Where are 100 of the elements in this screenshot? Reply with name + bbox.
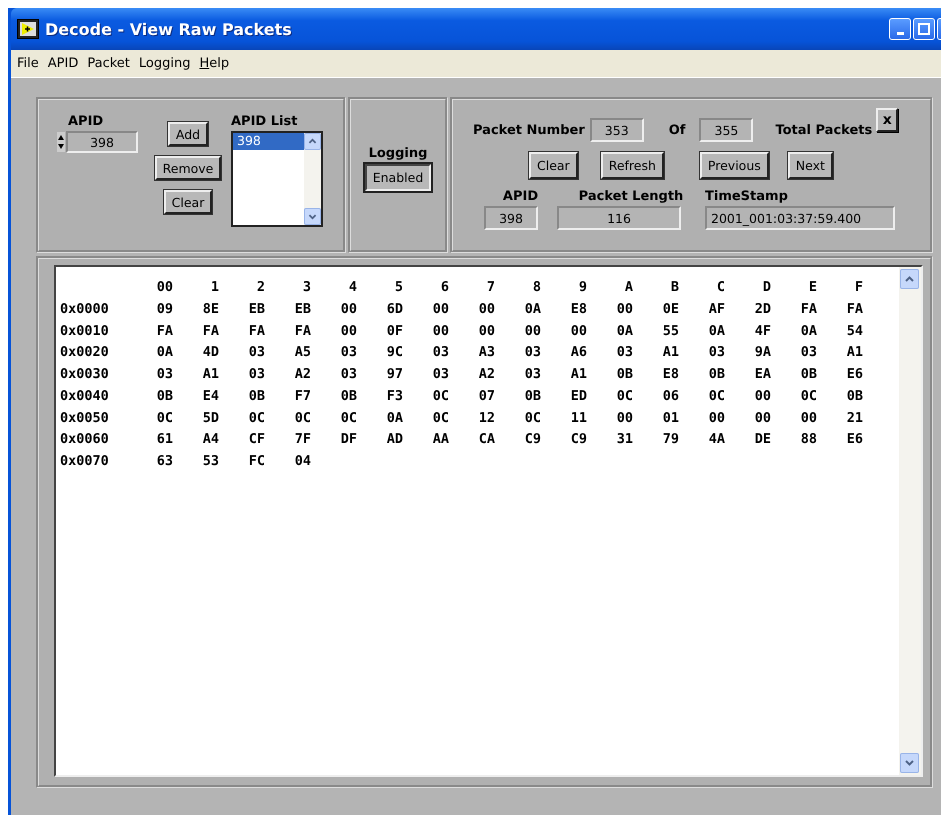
byte-cell-text: FA bbox=[248, 322, 265, 340]
column-header: 7 bbox=[486, 279, 495, 297]
byte-cell-text: 0C bbox=[248, 410, 265, 428]
byte-cell-text: 00 bbox=[754, 410, 771, 428]
column-header: 1 bbox=[210, 279, 219, 297]
byte-cell-text: 03 bbox=[340, 366, 357, 384]
action-button[interactable]: Clear bbox=[529, 152, 578, 179]
text-indicator: 398 bbox=[484, 206, 538, 230]
byte-cell-text: F3 bbox=[386, 388, 403, 406]
byte-cell-text: EB bbox=[294, 300, 311, 319]
close-button[interactable]: x bbox=[876, 108, 898, 132]
menu-item[interactable]: Help bbox=[195, 56, 234, 71]
byte-cell-text: 0A bbox=[800, 322, 817, 340]
toggle-button[interactable]: Enabled bbox=[364, 164, 432, 191]
byte-cell-text: 88 bbox=[800, 431, 817, 450]
byte-cell-text: E4 bbox=[202, 388, 219, 406]
byte-cell-text: AF bbox=[708, 300, 725, 319]
byte-cell-text: 03 bbox=[616, 344, 633, 362]
byte-cell-text: 63 bbox=[156, 453, 173, 471]
action-button[interactable]: Remove bbox=[154, 156, 222, 180]
scroll-down-icon[interactable] bbox=[304, 208, 321, 225]
column-header: 4 bbox=[348, 279, 357, 297]
byte-cell-text: 0B bbox=[800, 366, 817, 384]
numeric-field[interactable]: 398 bbox=[66, 131, 138, 153]
minimize-button[interactable] bbox=[889, 18, 911, 40]
column-header: A bbox=[624, 279, 633, 297]
column-header: 8 bbox=[532, 279, 541, 297]
byte-cell-text: 03 bbox=[432, 344, 449, 362]
byte-cell-text: FA bbox=[202, 322, 219, 340]
byte-cell-text: 00 bbox=[340, 322, 357, 340]
list-item[interactable]: 398 bbox=[233, 133, 304, 150]
byte-cell-text: 00 bbox=[754, 388, 771, 406]
byte-cell-text: 0B bbox=[248, 388, 265, 406]
column-header: E bbox=[808, 279, 817, 297]
scroll-up-icon[interactable] bbox=[900, 269, 919, 289]
action-button[interactable]: Add bbox=[168, 122, 208, 146]
byte-cell-text: 21 bbox=[846, 410, 863, 428]
address-cell-text: 0x0040 bbox=[60, 388, 110, 406]
byte-cell-text: FA bbox=[294, 322, 311, 340]
byte-cell-text: C9 bbox=[524, 431, 541, 450]
byte-cell-text: 55 bbox=[662, 322, 679, 340]
byte-cell-text: 0A bbox=[708, 322, 725, 340]
menu-item[interactable]: Packet bbox=[83, 56, 134, 71]
column-header: 3 bbox=[302, 279, 311, 297]
byte-cell-text: 2D bbox=[754, 300, 771, 319]
column-header: 5 bbox=[394, 279, 403, 297]
action-button[interactable]: Previous bbox=[700, 152, 769, 179]
address-cell-text: 0x0030 bbox=[60, 366, 110, 384]
column-header: B bbox=[670, 279, 679, 297]
byte-cell-text: A2 bbox=[478, 366, 495, 384]
byte-cell-text: 0C bbox=[432, 388, 449, 406]
byte-cell-text: 00 bbox=[340, 300, 357, 319]
menu-item[interactable]: Logging bbox=[134, 56, 194, 71]
byte-cell-text: A5 bbox=[294, 344, 311, 362]
address-cell-text: 0x0050 bbox=[60, 410, 110, 428]
byte-cell-text: 0C bbox=[294, 410, 311, 428]
byte-cell-text: A3 bbox=[478, 344, 495, 362]
field-label: Packet Length bbox=[578, 189, 684, 204]
byte-cell-text: 9A bbox=[754, 344, 771, 362]
action-button[interactable]: Next bbox=[788, 152, 833, 179]
byte-cell-text: 0C bbox=[340, 410, 357, 428]
byte-cell-text: 06 bbox=[662, 388, 679, 406]
byte-cell-text: A6 bbox=[570, 344, 587, 362]
byte-cell-text: 12 bbox=[478, 410, 495, 428]
action-button[interactable]: Refresh bbox=[600, 152, 664, 179]
scroll-down-icon[interactable] bbox=[900, 753, 919, 773]
column-header: D bbox=[762, 279, 771, 297]
byte-cell-text: 00 bbox=[478, 300, 495, 319]
byte-cell-text: 07 bbox=[478, 388, 495, 406]
column-header: 6 bbox=[440, 279, 449, 297]
byte-cell-text: 00 bbox=[478, 322, 495, 340]
scrollbar[interactable] bbox=[304, 133, 321, 225]
numeric-indicator: 353 bbox=[590, 118, 644, 142]
byte-cell-text: 00 bbox=[616, 410, 633, 428]
column-header: 9 bbox=[578, 279, 587, 297]
column-header: C bbox=[716, 279, 725, 297]
byte-cell-text: 0B bbox=[708, 366, 725, 384]
numeric-indicator: 355 bbox=[699, 118, 754, 142]
byte-cell-text: E8 bbox=[570, 300, 587, 319]
menu-item[interactable]: APID bbox=[44, 56, 82, 71]
byte-cell-text: 00 bbox=[800, 410, 817, 428]
scrollbar[interactable] bbox=[899, 267, 921, 775]
byte-cell-text: 4D bbox=[202, 344, 219, 362]
action-button[interactable]: Clear bbox=[164, 190, 212, 214]
menu-item[interactable]: File bbox=[13, 56, 43, 71]
byte-cell-text: 9C bbox=[386, 344, 403, 362]
byte-cell-text: CA bbox=[478, 431, 495, 450]
byte-cell-text: 03 bbox=[156, 366, 173, 384]
byte-cell-text: 4F bbox=[754, 322, 771, 340]
byte-cell-text: 0C bbox=[432, 410, 449, 428]
byte-cell-text: 03 bbox=[524, 366, 541, 384]
byte-cell-text: 54 bbox=[846, 322, 863, 340]
spinner-arrows-icon[interactable] bbox=[57, 132, 65, 152]
minimize-icon bbox=[896, 32, 904, 34]
list-box[interactable]: 398 bbox=[231, 131, 323, 227]
byte-cell-text: F7 bbox=[294, 388, 311, 406]
byte-cell-text: 0B bbox=[524, 388, 541, 406]
scroll-up-icon[interactable] bbox=[304, 133, 321, 150]
maximize-button[interactable] bbox=[913, 18, 935, 40]
byte-cell-text: 7F bbox=[294, 431, 311, 450]
